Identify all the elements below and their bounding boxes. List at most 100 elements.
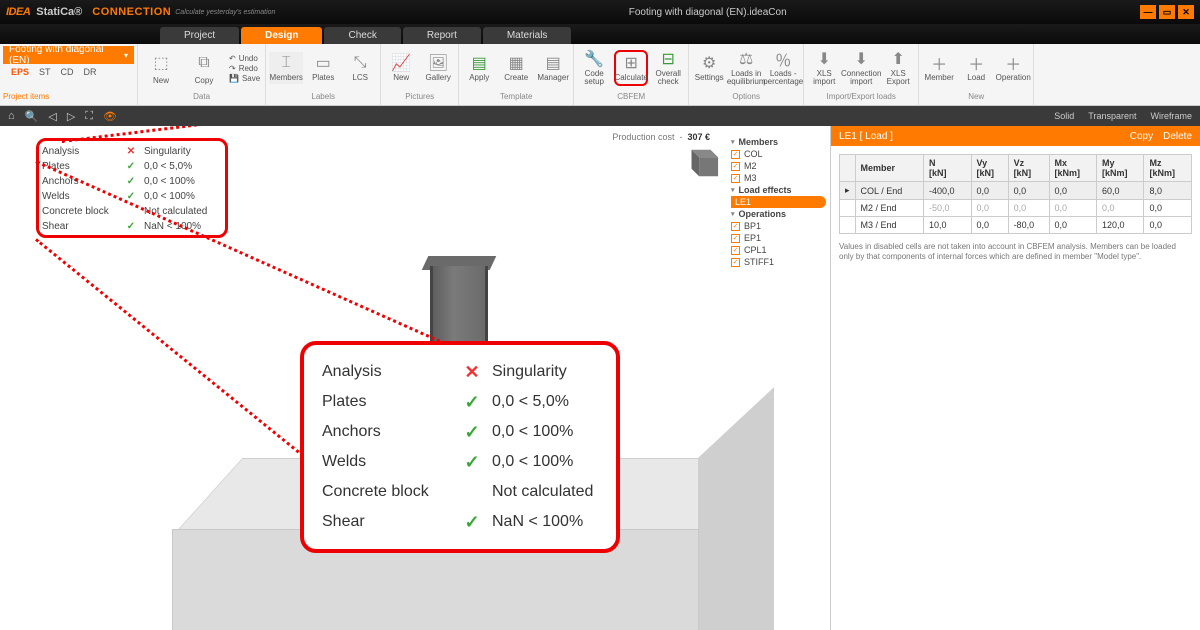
titlebar: IDEA StatiCa® CONNECTION Calculate yeste… [0,0,1200,24]
tree-loads-header[interactable]: ▾Load effects [731,184,826,196]
tree-op-stiff1[interactable]: ✓STIFF1 [731,256,826,268]
right-pane-note: Values in disabled cells are not taken i… [839,242,1192,263]
col-my: My [kNm] [1097,155,1144,182]
nav-left-icon[interactable]: ◁ [48,110,56,123]
manager-button[interactable]: ▤Manager [536,52,570,84]
home-icon[interactable]: ⌂ [8,110,15,123]
xls-export-button[interactable]: ⬆XLS Export [881,48,915,88]
tab-design[interactable]: Design [241,27,322,44]
table-row[interactable]: M2 / End-50,00,00,00,00,00,0 [840,200,1192,217]
load-plus-icon: ＋ [966,54,986,72]
gallery-button[interactable]: 🖼Gallery [421,52,455,84]
maximize-button[interactable]: ▭ [1159,5,1175,19]
nav-right-icon[interactable]: ▷ [67,110,75,123]
undo-button[interactable]: ↶Undo [229,54,260,63]
connection-import-button[interactable]: ⬇Connection import [844,48,878,88]
picture-new-button[interactable]: 📈New [384,52,418,84]
project-item-selector[interactable]: Footing with diagonal (EN)▾ [3,46,134,64]
gear-icon: ⚙ [699,54,719,72]
brand: IDEA StatiCa® CONNECTION [6,6,171,18]
settings-button[interactable]: ⚙Settings [692,52,726,84]
calculate-button[interactable]: ⊞Calculate [614,50,648,86]
result-analysis-value: Singularity [492,363,567,381]
minimize-button[interactable]: — [1140,5,1156,19]
tree-op-bp1[interactable]: ✓BP1 [731,220,826,232]
tree-members-header[interactable]: ▾Members [731,136,826,148]
members-icon: ⌶ [276,54,296,72]
col-mz: Mz [kNm] [1144,155,1192,182]
check-icon: ✓ [124,161,138,172]
tree-member-m3[interactable]: ✓M3 [731,172,826,184]
table-row[interactable]: M3 / End10,00,0-80,00,0120,00,0 [840,217,1192,234]
group-label-labels: Labels [311,90,335,103]
mode-transparent[interactable]: Transparent [1088,111,1136,121]
redo-button[interactable]: ↷Redo [229,64,260,73]
new-member-button[interactable]: ＋Member [922,52,956,84]
tree-member-m2[interactable]: ✓M2 [731,160,826,172]
check-icon: ✓ [460,452,484,473]
project-shorts: EPS ST CD DR [3,64,134,80]
tree-load-le1[interactable]: LE1 [731,196,826,208]
new-button[interactable]: ⬚New [141,49,181,87]
result-anchors-label: Anchors [322,423,452,441]
axes-icon: ⤡ [350,54,370,72]
plates-button[interactable]: ▭Plates [306,52,340,84]
delete-load-button[interactable]: Delete [1163,131,1192,142]
apply-button[interactable]: ▤Apply [462,52,496,84]
search-icon[interactable]: 🔍 [25,110,39,123]
code-setup-button[interactable]: 🔧Code setup [577,48,611,88]
tab-report[interactable]: Report [403,27,481,44]
window-buttons: — ▭ ✕ [1140,5,1194,19]
tagline: Calculate yesterday's estimation [175,9,275,16]
ribbon-group-template: ▤Apply ▦Create ▤Manager Template [459,44,574,105]
overall-check-button[interactable]: ⊟Overall check [651,48,685,88]
tree-ops-header[interactable]: ▾Operations [731,208,826,220]
tree-member-col[interactable]: ✓COL [731,148,826,160]
xls-import-button[interactable]: ⬇XLS import [807,48,841,88]
navigation-cube[interactable] [682,144,720,182]
group-label-new: New [968,90,984,103]
table-row[interactable]: ▸COL / End-400,00,00,00,060,08,0 [840,182,1192,200]
production-cost: Production cost - 307 € [612,132,710,142]
copy-icon: ⧉ [191,51,217,75]
percentage-button[interactable]: ％Loads - percentage [766,48,800,88]
create-button[interactable]: ▦Create [499,52,533,84]
tab-materials[interactable]: Materials [483,27,572,44]
members-button[interactable]: ⌶Members [269,52,303,84]
new-load-button[interactable]: ＋Load [959,52,993,84]
xls-import-icon: ⬇ [814,50,834,68]
short-eps[interactable]: EPS [11,67,29,77]
short-st[interactable]: ST [39,67,51,77]
ribbon: Footing with diagonal (EN)▾ EPS ST CD DR… [0,44,1200,106]
lcs-button[interactable]: ⤡LCS [343,52,377,84]
view-tool-icons: ⌂ 🔍 ◁ ▷ ⛶ 👁 [8,110,117,123]
result-shear-label: Shear [322,513,452,531]
mode-wireframe[interactable]: Wireframe [1150,111,1192,121]
apply-icon: ▤ [469,54,489,72]
copy-button[interactable]: ⧉Copy [184,49,224,87]
short-cd[interactable]: CD [61,67,74,77]
callout-line-2 [35,160,447,346]
conn-import-icon: ⬇ [851,50,871,68]
load-table[interactable]: Member N [kN] Vy [kN] Vz [kN] Mx [kNm] M… [839,154,1192,234]
tab-project[interactable]: Project [160,27,239,44]
copy-load-button[interactable]: Copy [1130,131,1153,142]
main-tabs: Project Design Check Report Materials [0,24,1200,44]
group-label-import: Import/Export loads [827,90,896,103]
undo-icon: ↶ [229,54,236,63]
result-welds-label: Welds [322,453,452,471]
mode-solid[interactable]: Solid [1054,111,1074,121]
expand-icon[interactable]: ⛶ [85,110,93,123]
equilibrium-button[interactable]: ⚖Loads in equilibrium [729,48,763,88]
save-button[interactable]: 💾Save [229,74,260,83]
tree-op-ep1[interactable]: ✓EP1 [731,232,826,244]
tree-op-cpl1[interactable]: ✓CPL1 [731,244,826,256]
op-plus-icon: ＋ [1003,54,1023,72]
eye-icon[interactable]: 👁 [103,110,117,123]
viewport-3d[interactable]: Production cost - 307 € ▾Members ✓COL ✓M… [0,126,830,630]
close-button[interactable]: ✕ [1178,5,1194,19]
short-dr[interactable]: DR [84,67,97,77]
tab-check[interactable]: Check [324,27,400,44]
new-operation-button[interactable]: ＋Operation [996,52,1030,84]
group-label-options: Options [732,90,760,103]
